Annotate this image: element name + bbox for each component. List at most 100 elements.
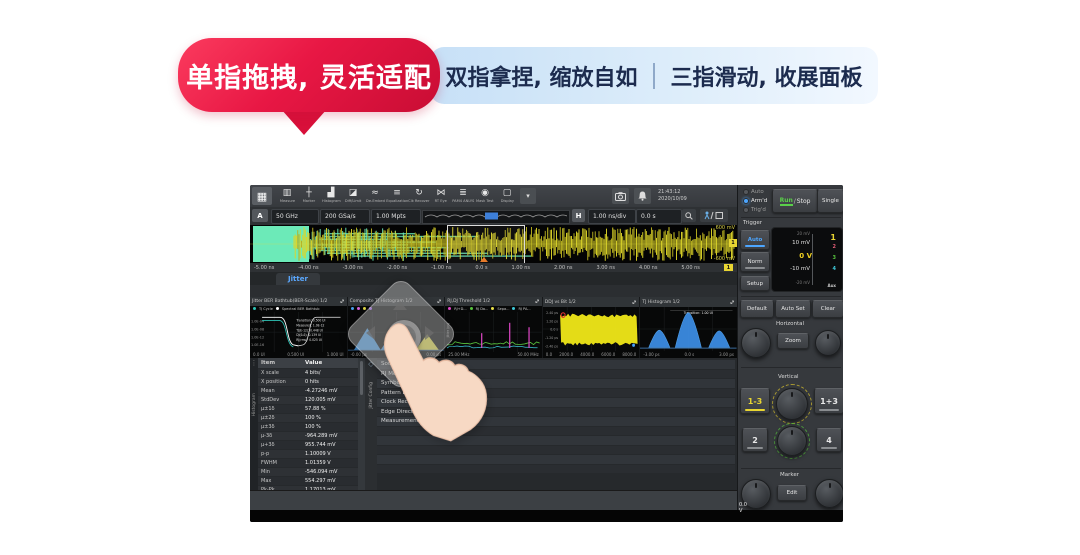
horizontal-section-label: Horizontal — [776, 321, 804, 327]
table-row[interactable]: Min-546.094 mV — [258, 468, 358, 476]
table-row[interactable]: μ+3δ955.744 mV — [258, 441, 358, 449]
tab-jitter[interactable]: Jitter — [276, 273, 320, 285]
toolbar-app-rt-eye[interactable]: ⋈RT Eye — [430, 185, 452, 207]
graph-plot-area[interactable] — [348, 312, 445, 352]
marker-b-knob[interactable] — [815, 479, 843, 508]
toolbar-app-mask-test[interactable]: ◉Mask Test — [474, 185, 496, 207]
vertical-offset-knob[interactable] — [776, 388, 808, 420]
config-row-clock-recovery[interactable]: Clock RecoveryFirst O — [377, 398, 735, 407]
table-row[interactable]: μ±3δ100 % — [258, 423, 358, 431]
autoset-button[interactable]: Auto Set — [775, 300, 811, 318]
expand-icon[interactable]: ↔ — [533, 297, 542, 306]
toolbar-app-label: Marker — [303, 198, 315, 203]
default-button[interactable]: Default — [740, 300, 774, 318]
toolbar-app-display[interactable]: ▢Display — [496, 185, 518, 207]
clear-button[interactable]: Clear — [812, 300, 843, 318]
graph-plot-area[interactable]: 2.40 ps1.20 ps0.0 s-1.20 ps-2.40 ps — [543, 307, 640, 351]
vertical-1plus3-button[interactable]: 1+3 — [814, 388, 843, 414]
channel-number-4[interactable]: 4 — [833, 266, 836, 272]
config-side-tab[interactable]: Jitter Config — [369, 382, 374, 409]
graph-panel-1[interactable]: Jitter BER Bathtub(BER-Scale) 1/2↔TJ Cyc… — [250, 297, 347, 358]
trigger-setup-button[interactable]: Setup — [740, 276, 770, 291]
horizontal-h-button[interactable]: H — [572, 209, 585, 222]
config-label: Source — [377, 361, 441, 367]
vertical-ch4-button[interactable]: 4 — [816, 428, 842, 452]
config-row-edge-direction[interactable]: Edge DirectionBoth — [377, 408, 735, 417]
expand-icon[interactable]: ↔ — [338, 297, 347, 306]
aux-label: Aux — [827, 283, 836, 288]
h-position-field[interactable]: 0.0 s — [636, 209, 682, 224]
graph-plot-area[interactable]: Jitter (ps) — [445, 312, 542, 352]
graph-panel-4[interactable]: DDJ vs Bit 1/2↔2.40 ps1.20 ps0.0 s-1.20 … — [543, 297, 640, 358]
table-scrollbar-thumb[interactable] — [360, 361, 363, 395]
channel-number-3[interactable]: 3 — [833, 255, 836, 261]
graph-panel-3[interactable]: RJ,DJ Threshold 1/2↔RJ+D...RJ Da...Sepa.… — [445, 297, 542, 358]
marker-edit-button[interactable]: Edit — [777, 485, 807, 501]
sample-rate-field[interactable]: 200 GSa/s — [320, 209, 370, 224]
touch-mode-button[interactable] — [700, 209, 728, 222]
graph-panel-5[interactable]: TJ Histogram 1/2↔Transition: 1.00 UI-3.0… — [640, 297, 737, 358]
vertical-1-3-button[interactable]: 1-3 — [740, 388, 770, 414]
channel-number-1[interactable]: 1 — [830, 233, 836, 242]
config-row-pattern-length[interactable]: Pattern Length — [377, 389, 735, 398]
expand-icon[interactable]: ↔ — [435, 297, 444, 306]
table-row[interactable]: p-p1.10009 V — [258, 450, 358, 458]
histogram-side-tab[interactable]: Histogram — [252, 393, 257, 416]
notifications-bell-button[interactable] — [634, 188, 651, 204]
table-row[interactable]: FWHM1.01359 V — [258, 459, 358, 467]
horizontal-zoom-button[interactable]: Zoom — [777, 333, 809, 349]
record-length-field[interactable]: 1.00 Mpts — [371, 209, 421, 224]
record-overview-strip[interactable] — [422, 210, 570, 224]
drag-handle-dots[interactable]: ⋮ — [251, 360, 258, 367]
table-row[interactable]: μ±1δ57.88 % — [258, 405, 358, 413]
toolbar-app-histogram[interactable]: ▟Histogram — [320, 185, 342, 207]
expand-icon[interactable]: ↔ — [728, 298, 737, 307]
table-row[interactable]: μ±2δ100 % — [258, 414, 358, 422]
menu-grid-button[interactable]: ▦ — [252, 187, 272, 205]
toolbar-app-diff-limit[interactable]: ◪Diff/Limit — [342, 185, 364, 207]
trigger-norm-button[interactable]: Norm — [740, 252, 770, 272]
config-row-source[interactable]: Source — [377, 360, 735, 369]
toolbar-app-de-embed[interactable]: ≈De-Embed — [364, 185, 386, 207]
bandwidth-field[interactable]: 50 GHz — [271, 209, 319, 224]
config-row-rj-method[interactable]: RJ Method — [377, 370, 735, 379]
trigger-auto-button[interactable]: Auto — [740, 230, 770, 250]
table-row[interactable]: X position0 hits — [258, 378, 358, 386]
table-row[interactable]: StdDev120.005 mV — [258, 396, 358, 404]
expand-icon[interactable]: ↔ — [631, 298, 640, 307]
toolbar-more-dropdown[interactable]: ▾ — [520, 188, 536, 204]
vertical-scale-knob[interactable] — [777, 426, 807, 456]
search-zoom-button[interactable] — [682, 209, 696, 222]
svg-text:DJ(δ-δ): 0.139 UI: DJ(δ-δ): 0.139 UI — [296, 333, 321, 337]
screenshot-camera-button[interactable] — [612, 188, 629, 204]
graph-panel-title: Composite TJ Histogram 1/2 — [350, 299, 413, 304]
graph-plot-area[interactable]: 1.0E-041.0E-081.0E-121.0E-16Transition: … — [250, 312, 347, 352]
timebase-field[interactable]: 1.00 ns/div — [588, 209, 636, 224]
run-stop-button[interactable]: Run / Stop — [772, 189, 818, 213]
toolbar-app-measure[interactable]: ▥Measure — [276, 185, 298, 207]
channel-number-2[interactable]: 2 — [833, 244, 836, 250]
x-tick: 0.0 UI — [253, 352, 265, 357]
config-side-strip[interactable]: ◇ Jitter Config — [365, 358, 377, 490]
table-row[interactable]: Mean-4.27246 mV — [258, 387, 358, 395]
graph-panel-2[interactable]: Composite TJ Histogram 1/2↔-0.00 μs0.00 … — [348, 297, 445, 358]
left-collapse-strip[interactable]: ⋮ Histogram — [250, 358, 258, 490]
acq-a-button[interactable]: A — [252, 209, 268, 222]
toolbar-app-clk-recover[interactable]: ↻Clk Recover — [408, 185, 430, 207]
table-row[interactable]: Max554.297 mV — [258, 477, 358, 485]
horizontal-scale-knob[interactable] — [815, 330, 841, 356]
config-row-symbol-rate[interactable]: Symbol Rate — [377, 379, 735, 388]
level-scale-line — [812, 234, 813, 285]
toolbar-app-pam4-anlys[interactable]: ≣PAM4 ANLYS — [452, 185, 474, 207]
table-row[interactable]: μ-3δ-964.289 mV — [258, 432, 358, 440]
graph-plot-area[interactable]: Transition: 1.00 UI — [640, 307, 737, 351]
single-button[interactable]: Single — [817, 189, 843, 213]
horizontal-position-knob[interactable] — [741, 328, 771, 358]
table-row[interactable]: X scale4 bits/ — [258, 369, 358, 377]
vertical-ch2-button[interactable]: 2 — [742, 428, 768, 452]
channel1-level-marker[interactable]: 1 — [729, 239, 737, 247]
graph-canvas: Transition: 1.00 UI — [640, 307, 737, 351]
toolbar-app-equalization[interactable]: ≡Equalization — [386, 185, 408, 207]
toolbar-app-marker[interactable]: ┼Marker — [298, 185, 320, 207]
config-row-measurement[interactable]: MeasurementTIE (Phase) — [377, 417, 735, 426]
